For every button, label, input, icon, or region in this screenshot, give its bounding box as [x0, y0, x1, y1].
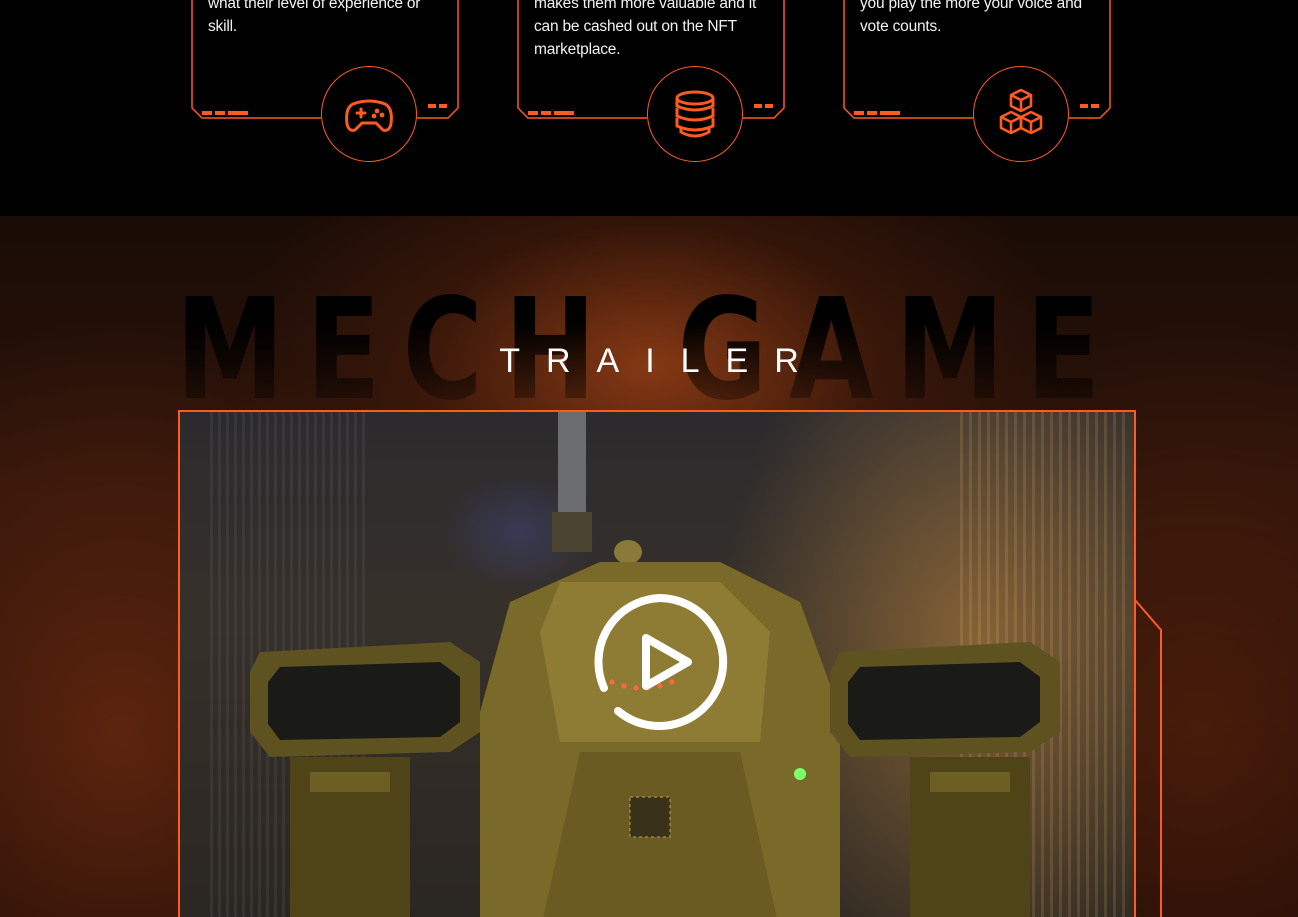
play-button[interactable] — [590, 592, 730, 732]
cubes-icon — [973, 66, 1069, 162]
play-icon[interactable] — [590, 592, 730, 732]
feature-card-text: makes them more valuable and it can be c… — [534, 0, 757, 58]
frame-accent-line — [1134, 600, 1162, 917]
trailer-video[interactable] — [178, 410, 1136, 917]
feature-card-experience: what their level of experience or skill. — [190, 0, 460, 162]
feature-card-voting: you play the more your voice and vote co… — [842, 0, 1112, 162]
gamepad-icon — [321, 66, 417, 162]
trailer-section: MECH GAME TRAILER — [0, 216, 1298, 917]
feature-card-value: makes them more valuable and it can be c… — [516, 0, 786, 162]
feature-card-text: you play the more your voice and vote co… — [860, 0, 1082, 35]
trailer-title: TRAILER — [499, 342, 825, 380]
feature-card-text: what their level of experience or skill. — [208, 0, 421, 35]
coins-icon — [647, 66, 743, 162]
features-section: what their level of experience or skill.… — [0, 0, 1298, 216]
